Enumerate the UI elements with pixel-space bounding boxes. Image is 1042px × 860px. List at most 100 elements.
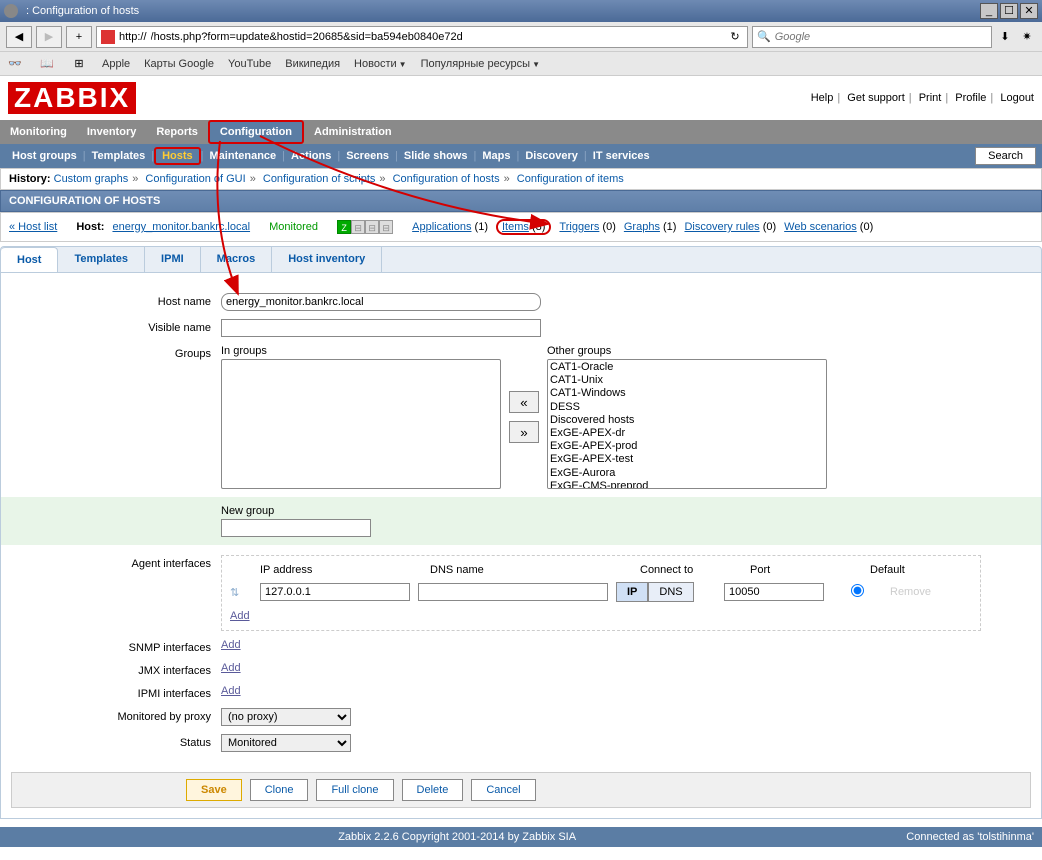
items-link[interactable]: Items <box>502 221 529 233</box>
subnav-actions[interactable]: Actions <box>285 150 337 162</box>
applications-link[interactable]: Applications <box>412 221 471 233</box>
discovery-link[interactable]: Discovery rules <box>684 221 759 233</box>
subnav-hostgroups[interactable]: Host groups <box>6 150 83 162</box>
grid-icon[interactable]: ⊞ <box>70 57 88 71</box>
back-button[interactable]: ◀ <box>6 26 32 48</box>
add-jmx-link[interactable]: Add <box>221 662 241 674</box>
move-right-button[interactable]: » <box>509 421 539 443</box>
dns-input[interactable] <box>418 583 608 601</box>
browser-search[interactable]: 🔍 <box>752 26 992 48</box>
dns-header: DNS name <box>430 564 640 576</box>
reload-button[interactable]: ↻ <box>727 30 743 43</box>
visiblename-input[interactable] <box>221 319 541 337</box>
subnav-slideshows[interactable]: Slide shows <box>398 150 474 162</box>
connect-ip-button[interactable]: IP <box>616 582 648 602</box>
print-link[interactable]: Print <box>919 92 942 104</box>
url-bar[interactable]: http:// ↻ <box>96 26 748 48</box>
form-tab-macros[interactable]: Macros <box>201 247 273 272</box>
bookmark-youtube[interactable]: YouTube <box>228 58 271 70</box>
tab-reports[interactable]: Reports <box>146 120 208 144</box>
tab-administration[interactable]: Administration <box>304 120 402 144</box>
gear-icon[interactable]: ✷ <box>1018 28 1036 46</box>
zabbix-header: ZABBIX Help| Get support| Print| Profile… <box>0 76 1042 120</box>
history-link[interactable]: Configuration of items <box>517 173 624 185</box>
history-link[interactable]: Configuration of hosts <box>393 173 500 185</box>
bookmark-popular[interactable]: Популярные ресурсы▼ <box>421 58 540 70</box>
history-link[interactable]: Configuration of GUI <box>145 173 245 185</box>
interface-row: ⇅ IP DNS Remove <box>230 582 972 602</box>
clone-button[interactable]: Clone <box>250 779 309 801</box>
browser-icon <box>4 4 18 18</box>
bookmark-maps[interactable]: Карты Google <box>144 58 214 70</box>
browser-search-input[interactable] <box>775 31 987 43</box>
bookmark-news[interactable]: Новости▼ <box>354 58 407 70</box>
subnav-hosts[interactable]: Hosts <box>154 147 201 165</box>
subnav-maps[interactable]: Maps <box>476 150 516 162</box>
triggers-link[interactable]: Triggers <box>559 221 599 233</box>
minimize-button[interactable]: _ <box>980 3 998 19</box>
subnav-itservices[interactable]: IT services <box>587 150 656 162</box>
footer-copyright[interactable]: Zabbix 2.2.6 Copyright 2001-2014 by Zabb… <box>338 831 576 843</box>
footer-user[interactable]: Connected as 'tolstihinma' <box>906 831 1034 843</box>
subnav-screens[interactable]: Screens <box>340 150 395 162</box>
form-tab-inventory[interactable]: Host inventory <box>272 247 382 272</box>
profile-link[interactable]: Profile <box>955 92 986 104</box>
history-link[interactable]: Custom graphs <box>54 173 129 185</box>
host-status: Monitored <box>269 221 318 233</box>
subnav-maintenance[interactable]: Maintenance <box>204 150 283 162</box>
newgroup-row: New group <box>1 497 1041 545</box>
snmp-status-icon: ⊟ <box>351 220 365 234</box>
jmx-status-icon: ⊟ <box>365 220 379 234</box>
search-button[interactable]: Search <box>975 147 1036 165</box>
form-tab-templates[interactable]: Templates <box>58 247 145 272</box>
hostname-input[interactable] <box>221 293 541 311</box>
host-list-link[interactable]: « Host list <box>9 221 57 233</box>
close-button[interactable]: ✕ <box>1020 3 1038 19</box>
tab-monitoring[interactable]: Monitoring <box>0 120 77 144</box>
add-agent-link[interactable]: Add <box>230 610 250 622</box>
support-link[interactable]: Get support <box>847 92 904 104</box>
ingroups-select[interactable] <box>221 359 501 489</box>
form-tab-ipmi[interactable]: IPMI <box>145 247 201 272</box>
window-title: : Configuration of hosts <box>26 5 139 17</box>
othergroups-select[interactable]: CAT1-OracleCAT1-UnixCAT1-WindowsDESSDisc… <box>547 359 827 489</box>
url-input[interactable] <box>151 31 723 43</box>
form-tab-host[interactable]: Host <box>1 247 58 272</box>
ip-input[interactable] <box>260 583 410 601</box>
fullclone-button[interactable]: Full clone <box>316 779 393 801</box>
add-snmp-link[interactable]: Add <box>221 639 241 651</box>
tab-configuration[interactable]: Configuration <box>208 120 304 144</box>
newgroup-input[interactable] <box>221 519 371 537</box>
history-label: History: <box>9 173 51 185</box>
help-link[interactable]: Help <box>811 92 834 104</box>
save-button[interactable]: Save <box>186 779 242 801</box>
graphs-link[interactable]: Graphs <box>624 221 660 233</box>
web-link[interactable]: Web scenarios <box>784 221 857 233</box>
add-ipmi-link[interactable]: Add <box>221 685 241 697</box>
connect-dns-button[interactable]: DNS <box>648 582 693 602</box>
book-icon[interactable]: 📖 <box>38 57 56 71</box>
history-link[interactable]: Configuration of scripts <box>263 173 376 185</box>
tab-inventory[interactable]: Inventory <box>77 120 147 144</box>
bookmark-wikipedia[interactable]: Википедия <box>285 58 340 70</box>
host-name-link[interactable]: energy_monitor.bankrc.local <box>112 221 250 233</box>
subnav-discovery[interactable]: Discovery <box>519 150 584 162</box>
add-tab-button[interactable]: + <box>66 26 92 48</box>
glasses-icon[interactable]: 👓 <box>6 57 24 71</box>
default-radio[interactable] <box>851 584 864 597</box>
port-input[interactable] <box>724 583 824 601</box>
logout-link[interactable]: Logout <box>1000 92 1034 104</box>
forward-button[interactable]: ▶ <box>36 26 62 48</box>
remove-link: Remove <box>890 586 931 598</box>
move-left-button[interactable]: « <box>509 391 539 413</box>
cancel-button[interactable]: Cancel <box>471 779 535 801</box>
main-nav: Monitoring Inventory Reports Configurati… <box>0 120 1042 144</box>
drag-handle-icon[interactable]: ⇅ <box>230 586 252 599</box>
delete-button[interactable]: Delete <box>402 779 464 801</box>
maximize-button[interactable]: ☐ <box>1000 3 1018 19</box>
subnav-templates[interactable]: Templates <box>86 150 152 162</box>
status-select[interactable]: Monitored <box>221 734 351 752</box>
proxy-select[interactable]: (no proxy) <box>221 708 351 726</box>
downloads-icon[interactable]: ⬇ <box>996 28 1014 46</box>
bookmark-apple[interactable]: Apple <box>102 58 130 70</box>
